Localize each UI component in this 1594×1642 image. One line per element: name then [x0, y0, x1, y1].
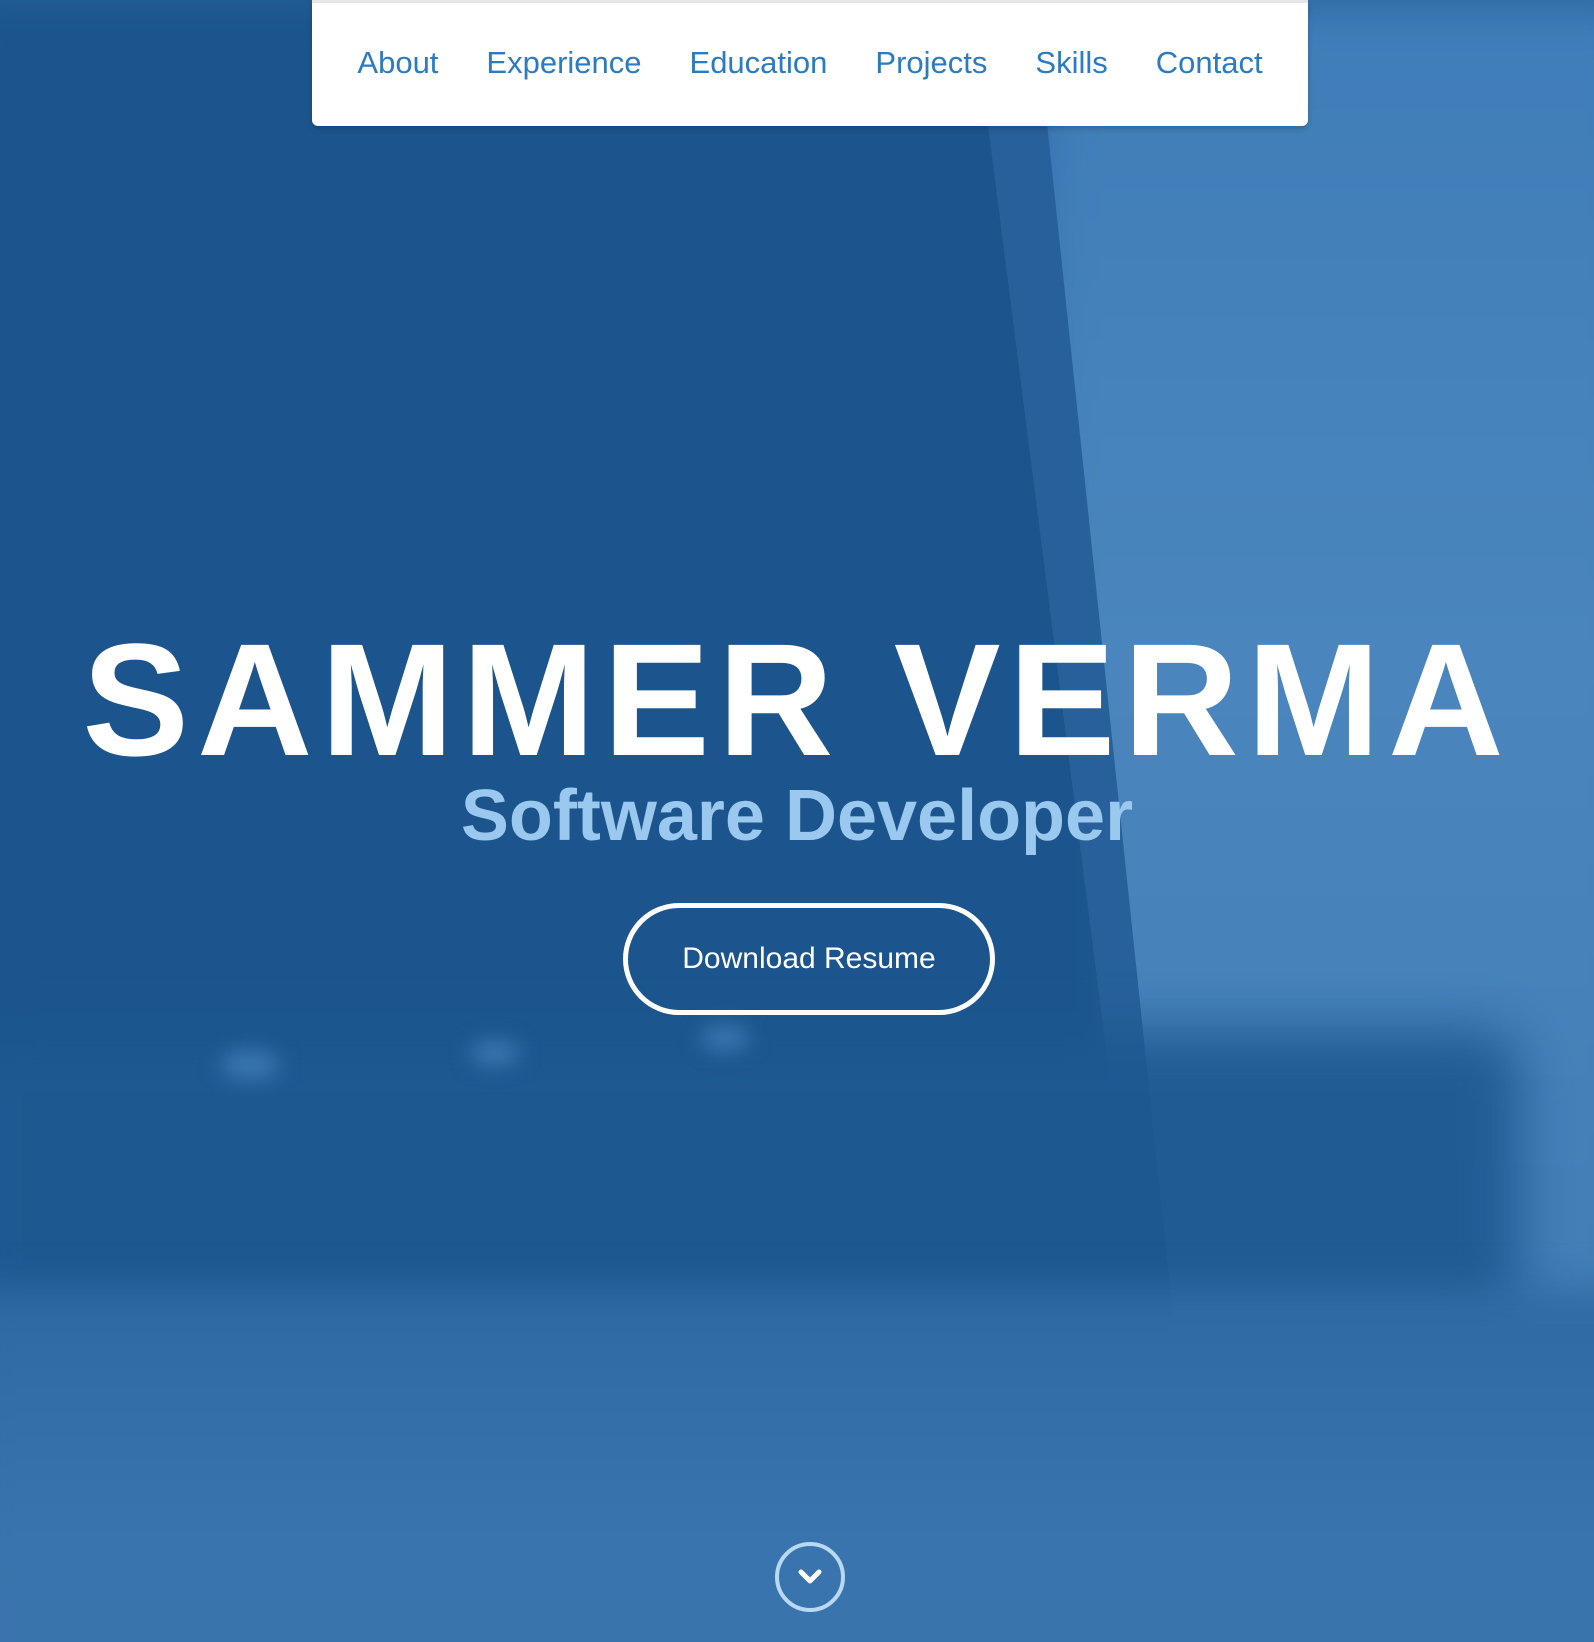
- nav-link-projects[interactable]: Projects: [851, 47, 1011, 78]
- nav-link-experience[interactable]: Experience: [462, 47, 665, 78]
- nav-link-education[interactable]: Education: [666, 47, 852, 78]
- hero-section: About Experience Education Projects Skil…: [0, 0, 1594, 1642]
- hero-name: SAMMER VERMA: [82, 610, 1512, 789]
- top-navbar: About Experience Education Projects Skil…: [312, 0, 1308, 126]
- nav-link-contact[interactable]: Contact: [1132, 47, 1287, 78]
- scroll-down-button[interactable]: [775, 1542, 845, 1612]
- chevron-down-icon: [798, 1569, 822, 1584]
- nav-link-skills[interactable]: Skills: [1011, 47, 1131, 78]
- keyboard-highlight: [220, 1050, 280, 1080]
- hero-job-title: Software Developer: [460, 776, 1134, 856]
- keyboard-highlight: [470, 1040, 520, 1066]
- nav-link-about[interactable]: About: [333, 47, 462, 78]
- download-resume-button[interactable]: Download Resume: [623, 903, 995, 1015]
- keyboard-highlight: [700, 1025, 750, 1051]
